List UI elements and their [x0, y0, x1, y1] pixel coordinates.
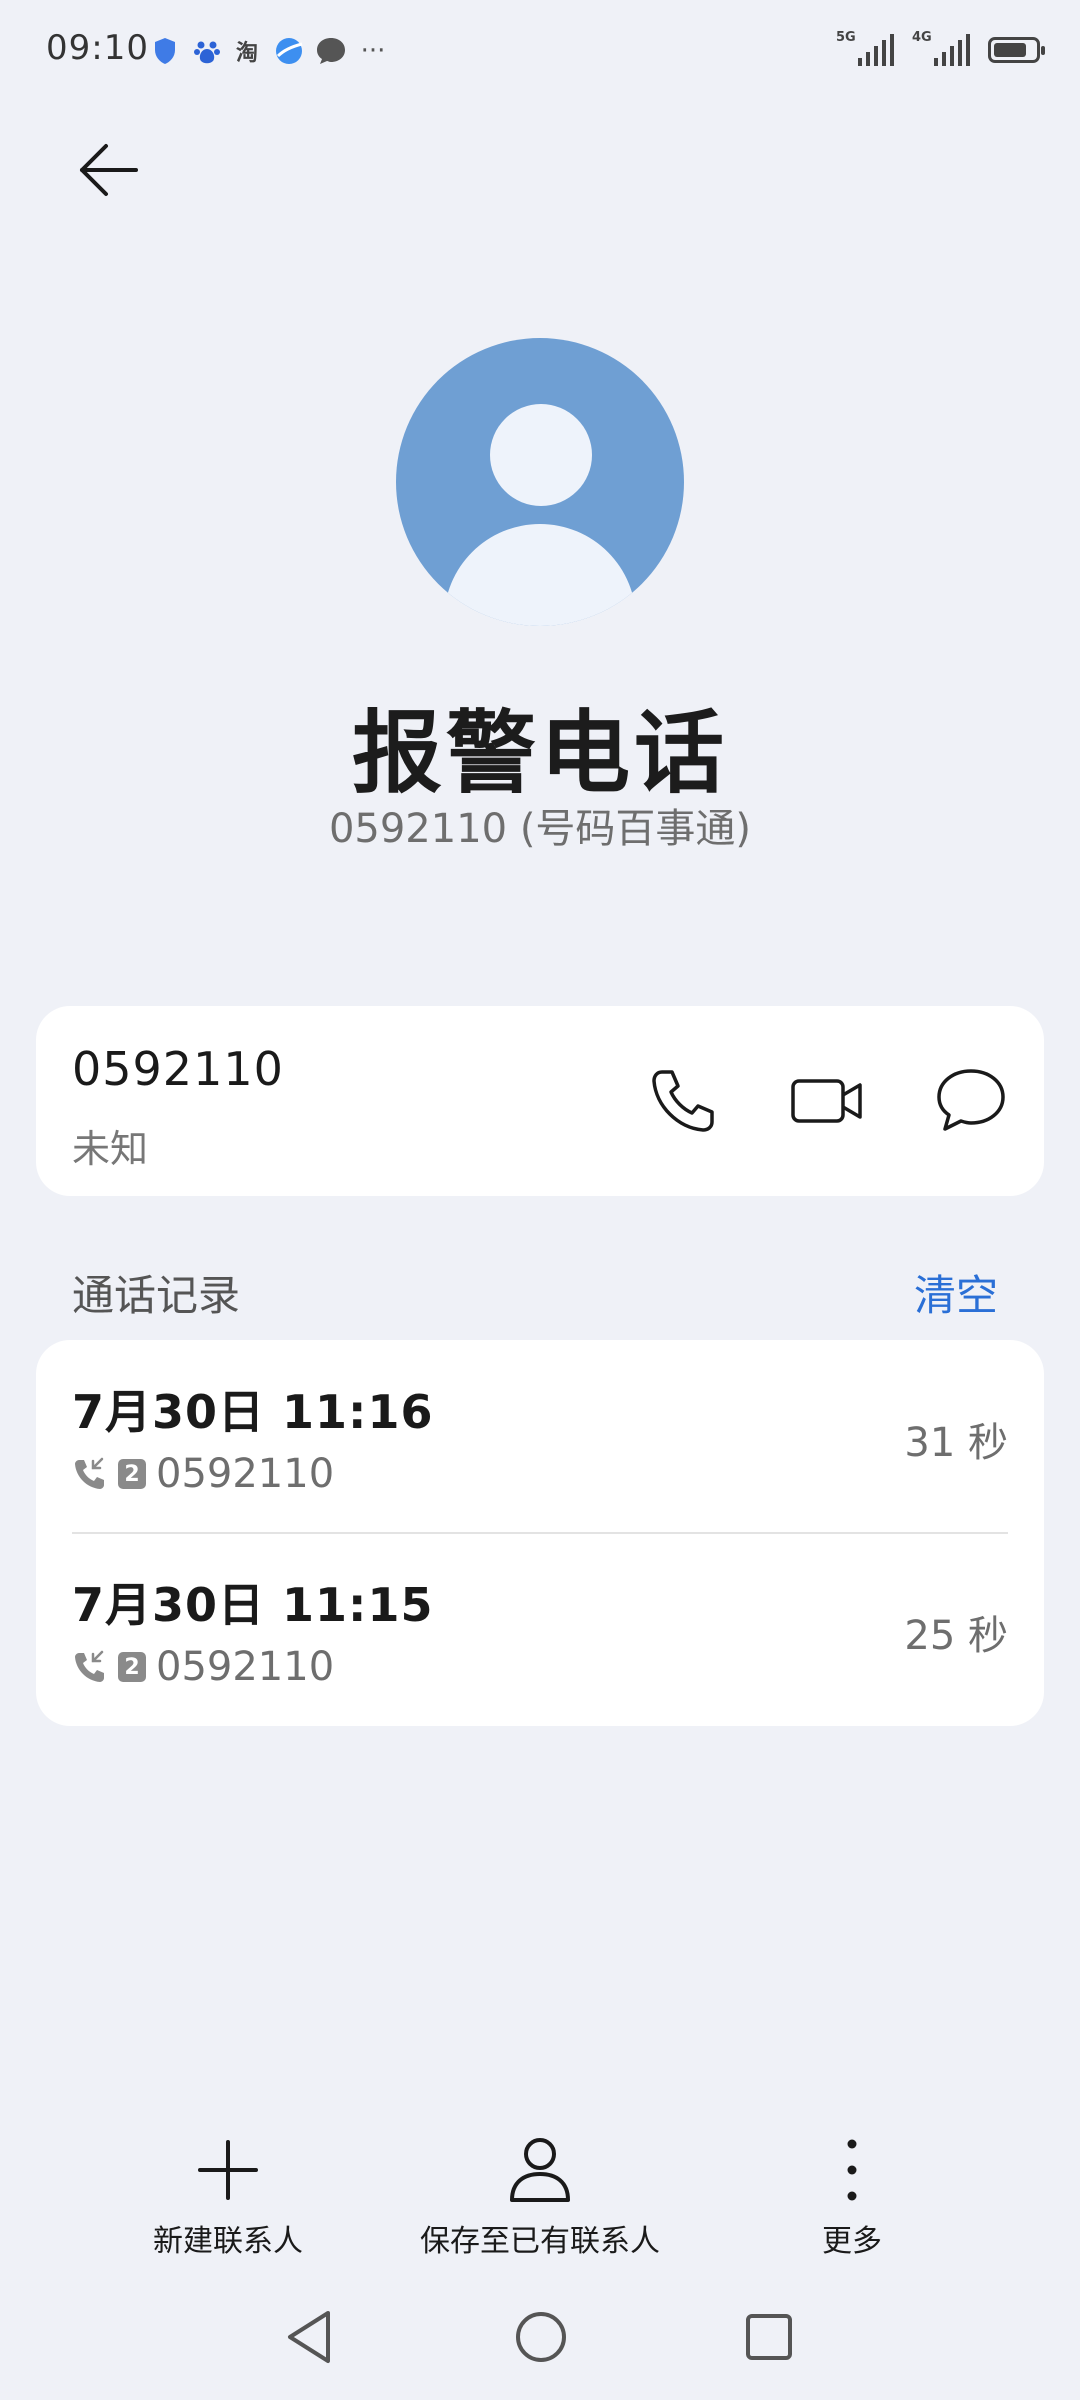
- video-camera-icon: [791, 1079, 862, 1123]
- call-log-row[interactable]: 7月30日 11:16 2 0592110 31 秒: [36, 1340, 1044, 1534]
- call-duration: 31 秒: [904, 1420, 1008, 1466]
- phone-icon: [652, 1070, 714, 1132]
- call-number: 0592110: [156, 1644, 335, 1690]
- new-contact-button[interactable]: 新建联系人: [78, 2130, 378, 2280]
- avatar-body: [444, 524, 636, 626]
- incoming-call-icon: [75, 1650, 104, 1682]
- new-contact-label: 新建联系人: [153, 2224, 303, 2259]
- incoming-call-icon: [75, 1457, 104, 1489]
- sim-badge: 2: [118, 1652, 146, 1682]
- person-icon: [500, 2130, 580, 2210]
- save-existing-label: 保存至已有联系人: [420, 2224, 660, 2259]
- nav-home-button[interactable]: [506, 2302, 576, 2372]
- call-log-title: 通话记录: [72, 1271, 241, 1320]
- avatar-head: [490, 404, 592, 506]
- contact-name: 报警电话: [352, 701, 728, 806]
- battery-icon: [988, 37, 1045, 63]
- clear-call-log-button[interactable]: 清空: [914, 1262, 998, 1323]
- sim-badge: 2: [118, 1459, 146, 1489]
- battery-level-fill: [994, 43, 1026, 57]
- more-vertical-icon: [812, 2130, 892, 2210]
- call-duration: 25 秒: [904, 1613, 1008, 1659]
- nav-recents-button[interactable]: [734, 2302, 804, 2372]
- call-time: 7月30日 11:15: [72, 1578, 434, 1632]
- back-arrow-icon: [80, 144, 138, 196]
- phone-location: 未知: [72, 1127, 149, 1171]
- taobao-icon: 淘: [235, 41, 258, 66]
- message-button[interactable]: [926, 1056, 1016, 1146]
- contact-subtitle: 0592110 (号码百事通): [328, 806, 752, 852]
- back-button[interactable]: [68, 130, 148, 210]
- call-time: 7月30日 11:16: [72, 1385, 434, 1439]
- chat-bubble-icon: [937, 1069, 1005, 1131]
- call-log-card: 7月30日 11:16 2 0592110 31 秒 7月30日 11:15 2…: [36, 1340, 1044, 1726]
- video-call-button[interactable]: [782, 1056, 872, 1146]
- more-label: 更多: [822, 2224, 882, 2259]
- status-right: 5G 4G: [836, 30, 1045, 70]
- status-time: 09:10: [46, 28, 149, 68]
- square-recents-icon: [746, 2314, 792, 2360]
- phone-number-card: 0592110 未知: [36, 1006, 1044, 1196]
- call-log-row[interactable]: 7月30日 11:15 2 0592110 25 秒: [36, 1533, 1044, 1726]
- signal-4g-icon: 4G: [912, 30, 970, 66]
- call-details: 2 0592110: [72, 1643, 334, 1691]
- avatar: [396, 338, 684, 626]
- call-details: 2 0592110: [72, 1450, 334, 1498]
- more-button[interactable]: 更多: [702, 2130, 1002, 2280]
- status-bar: 09:10 淘 ··· 5G 4G: [0, 0, 1080, 100]
- message-bubble-icon: [314, 34, 348, 68]
- circle-home-icon: [516, 2312, 566, 2362]
- baidu-icon: [190, 34, 224, 68]
- nav-back-button[interactable]: [274, 2302, 344, 2372]
- phone-number: 0592110: [72, 1042, 284, 1096]
- call-button[interactable]: [638, 1056, 728, 1146]
- call-number: 0592110: [156, 1451, 335, 1497]
- shield-icon: [148, 34, 182, 68]
- signal-5g-icon: 5G: [836, 30, 894, 66]
- save-to-existing-contact-button[interactable]: 保存至已有联系人: [390, 2130, 690, 2280]
- plus-icon: [188, 2130, 268, 2210]
- more-notifications-icon: ···: [360, 36, 386, 66]
- browser-icon: [272, 34, 306, 68]
- triangle-back-icon: [288, 2311, 330, 2363]
